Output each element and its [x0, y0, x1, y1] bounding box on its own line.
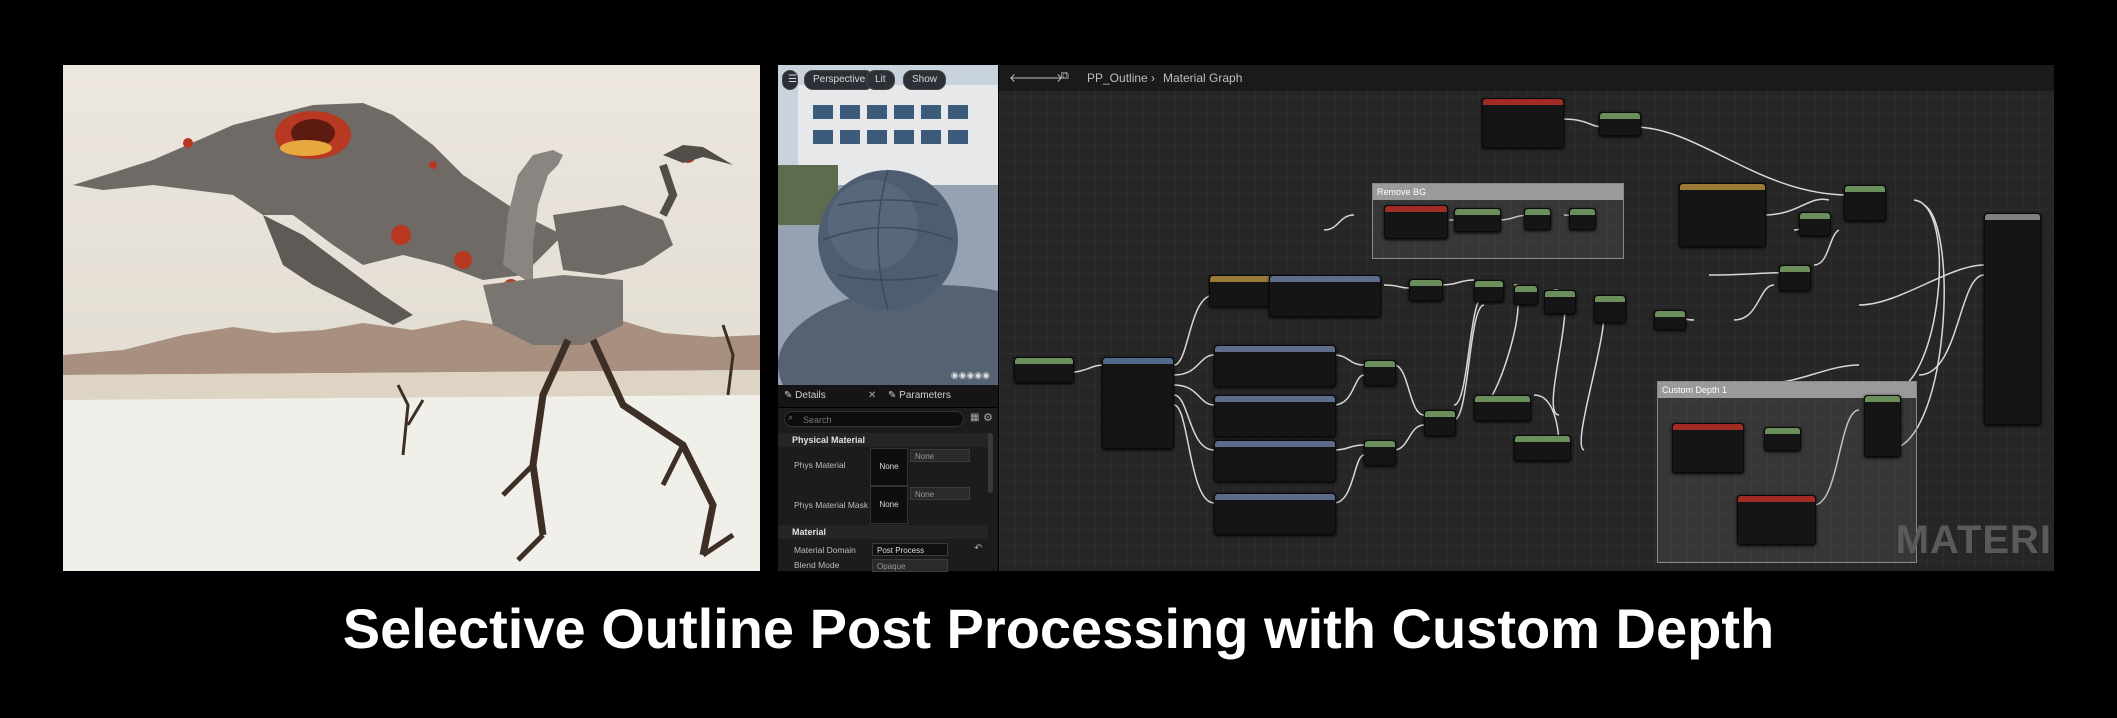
comment-remove-bg-title: Remove BG [1373, 184, 1623, 200]
phys-mask-thumbnail[interactable]: None [870, 486, 908, 524]
gear-icon[interactable]: ⚙ [983, 411, 993, 424]
scene-texture-node-3[interactable] [1214, 440, 1336, 482]
material-domain-combo[interactable]: Post Process [872, 543, 948, 556]
artwork-image [63, 65, 760, 571]
pencil-icon: ✎ [888, 390, 897, 401]
graph-header: 🡐 🡒 ⧉ PP_Outline › Material Graph [999, 65, 2054, 91]
grid-view-icon[interactable]: ▦ [970, 412, 979, 423]
phys-material-label: Phys Material [794, 460, 846, 470]
phys-material-thumbnail[interactable]: None [870, 448, 908, 486]
preview-shape-icons[interactable]: ◉◉◉◉◉ [951, 370, 990, 381]
subtract-node[interactable] [1474, 280, 1504, 302]
details-scrollbar[interactable] [988, 433, 993, 493]
scene-texture-node-4[interactable] [1214, 493, 1336, 535]
blend-mode-label: Blend Mode [794, 560, 840, 570]
show-button[interactable]: Show [903, 70, 947, 90]
viewport-menu-icon[interactable]: ☰ [782, 70, 798, 90]
material-graph-canvas[interactable]: Remove BG Custom Depth 1 MATERI [999, 65, 2054, 571]
phys-mask-label: Phys Material Mask [794, 500, 869, 510]
component-mask-node[interactable] [1599, 112, 1641, 136]
add-node-1[interactable] [1364, 360, 1396, 386]
material-preview-viewport[interactable]: ☰ Perspective Lit Show ◉◉◉◉◉ [778, 65, 998, 385]
threshold-scalar-node[interactable] [1514, 435, 1571, 461]
multiply-bg-node[interactable] [1799, 212, 1831, 236]
details-search-input[interactable]: Search [784, 411, 964, 427]
scene-texture-postprocess-node[interactable] [1482, 98, 1564, 148]
scene-texture-custom-depth-node[interactable] [1672, 423, 1744, 473]
scene-texture-stencil-node[interactable] [1737, 495, 1816, 545]
material-watermark: MATERI [1895, 518, 2052, 562]
breadcrumb-separator-icon: › [1151, 71, 1155, 85]
if-node[interactable] [1864, 395, 1901, 457]
forward-arrow-icon[interactable]: 🡒 [1031, 70, 1063, 85]
scene-texture-node-2[interactable] [1214, 395, 1336, 437]
mask-bg-node[interactable] [1454, 208, 1501, 232]
phys-material-combo[interactable]: None [910, 449, 970, 462]
material-domain-label: Material Domain [794, 545, 856, 555]
scalar-parameter-node[interactable] [1014, 357, 1074, 383]
lerp-color-node[interactable] [1844, 185, 1886, 221]
close-tab-icon[interactable]: ✕ [868, 385, 876, 407]
material-output-node[interactable] [1984, 213, 2041, 425]
breadcrumb-asset[interactable]: PP_Outline [1087, 71, 1148, 85]
lerp-node-1[interactable] [1779, 265, 1811, 291]
lit-button[interactable]: Lit [866, 70, 895, 90]
tab-details-label: Details [795, 390, 826, 401]
perspective-button[interactable]: Perspective [804, 70, 875, 90]
scene-texture-node-top[interactable] [1269, 275, 1381, 317]
append-vector-node[interactable] [1102, 357, 1174, 449]
tab-parameters[interactable]: ✎ Parameters [888, 385, 951, 407]
scene-texture-node-1[interactable] [1214, 345, 1336, 387]
mask-depth-node[interactable] [1764, 427, 1801, 451]
multiply-node[interactable] [1409, 279, 1443, 301]
reset-icon[interactable]: ↶ [974, 543, 982, 554]
add-node-2[interactable] [1364, 440, 1396, 466]
abs-node[interactable] [1514, 285, 1538, 305]
viewport-scene [778, 65, 998, 385]
clamp-node[interactable] [1544, 290, 1576, 314]
step-bg-node[interactable] [1524, 208, 1551, 230]
phys-mask-combo[interactable]: None [910, 487, 970, 500]
depth-scalar-node[interactable] [1474, 395, 1531, 421]
search-icon: ⌕ [788, 412, 794, 422]
caption-title: Selective Outline Post Processing with C… [342, 597, 1775, 660]
section-physical-material[interactable]: Physical Material [778, 433, 988, 447]
oneminus-bg-node[interactable] [1569, 208, 1596, 230]
tab-parameters-label: Parameters [899, 390, 951, 401]
power-node[interactable] [1594, 295, 1626, 323]
details-panel: ✎ Details ✕ ✎ Parameters Search ⌕ ▦ ⚙ Ph… [778, 385, 998, 572]
crane-illustration [63, 65, 760, 571]
breadcrumb-page[interactable]: Material Graph [1163, 71, 1242, 85]
scene-texture-bg-node[interactable] [1384, 205, 1448, 239]
pencil-icon: ✎ [784, 390, 793, 401]
vector-parameter-node[interactable] [1679, 183, 1766, 247]
graph-type-icon: ⧉ [1061, 70, 1069, 82]
blend-mode-combo[interactable]: Opaque [872, 559, 948, 572]
section-material[interactable]: Material [778, 525, 988, 539]
add-node-3[interactable] [1424, 410, 1456, 436]
tab-details[interactable]: ✎ Details [784, 385, 826, 407]
saturate-node[interactable] [1654, 310, 1686, 330]
